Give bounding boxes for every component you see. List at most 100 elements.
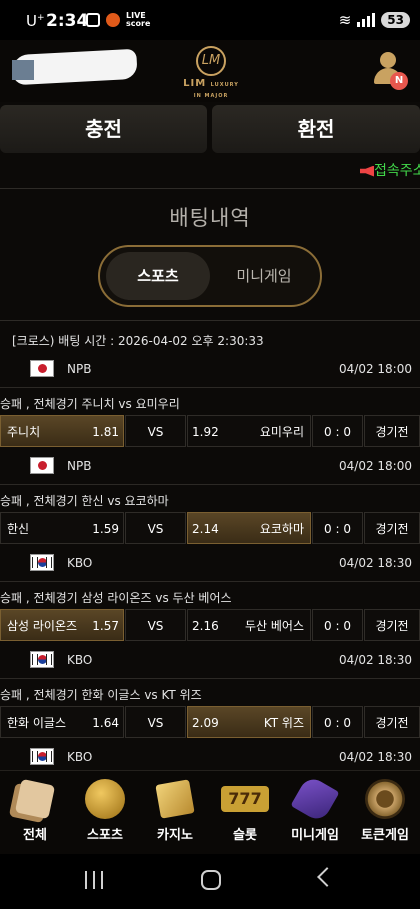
nav-item-minigame[interactable]: 미니게임: [280, 774, 350, 843]
away-team-name: 요미우리: [259, 425, 304, 439]
league-row: NPB 04/02 18:00: [0, 352, 420, 388]
match-time: 04/02 18:30: [339, 750, 412, 764]
home-odds-button[interactable]: 삼성 라이온즈 1.57: [0, 609, 124, 641]
league-name: KBO: [67, 653, 93, 667]
odds-row: 한화 이글스 1.64 VS 2.09 KT 위즈 0 : 0 경기전: [0, 706, 420, 738]
vs-label: VS: [125, 609, 186, 641]
recent-apps-icon[interactable]: [85, 871, 103, 889]
odds-row: 한신 1.59 VS 2.14 요코하마 0 : 0 경기전: [0, 512, 420, 544]
withdraw-button[interactable]: 환전: [212, 105, 420, 153]
system-navigation-bar: [0, 854, 420, 909]
dice-icon: [14, 778, 56, 820]
clock: 2:34: [46, 11, 89, 31]
match-title: 승패 , 전체경기 삼성 라이온즈 vs 두산 베어스: [0, 591, 232, 605]
page-title: 배팅내역: [169, 206, 251, 230]
roulette-icon: [365, 779, 405, 819]
match-time: 04/02 18:00: [339, 362, 412, 376]
match-status: 경기전: [364, 512, 420, 544]
nav-item-token-game[interactable]: 토큰게임: [350, 779, 420, 843]
league-row: KBO 04/02 18:30: [0, 643, 420, 679]
match-time: 04/02 18:00: [339, 459, 412, 473]
korea-flag-icon: [30, 748, 54, 765]
home-team-name: 한신: [7, 522, 30, 536]
away-odds-button[interactable]: 1.92 요미우리: [187, 415, 311, 447]
away-odds-button[interactable]: 2.16 두산 베어스: [187, 609, 311, 641]
away-odds: 2.16: [192, 619, 219, 633]
vs-label: VS: [125, 706, 186, 738]
carrier-label: U+: [26, 12, 45, 30]
match-title: 승패 , 전체경기 주니치 vs 요미우리: [0, 397, 180, 411]
korea-flag-icon: [30, 554, 54, 571]
notice-ticker[interactable]: 접속주소: [360, 160, 420, 180]
system-icons: ≋ 53: [339, 11, 410, 29]
signal-icon: [357, 13, 376, 27]
match-time: 04/02 18:30: [339, 556, 412, 570]
league-name: NPB: [67, 459, 92, 473]
cards-icon: [155, 779, 195, 819]
away-odds-button[interactable]: 2.14 요코하마: [187, 512, 311, 544]
battery-indicator: 53: [381, 12, 410, 28]
home-team-name: 삼성 라이온즈: [7, 619, 78, 633]
divider: [0, 188, 420, 189]
japan-flag-icon: [30, 360, 54, 377]
flag-emblem: [38, 364, 47, 373]
nav-item-slot[interactable]: 777 슬롯: [210, 779, 280, 843]
rocket-icon: [290, 774, 340, 824]
app-header: LM LIM LUXURY IN MAJOR N: [0, 40, 420, 102]
app-notification-icon: [106, 13, 120, 27]
vs-label: VS: [125, 512, 186, 544]
user-menu-icon[interactable]: N: [372, 50, 408, 90]
korea-flag-icon: [30, 651, 54, 668]
home-icon[interactable]: [201, 870, 221, 890]
away-team-name: 두산 베어스: [244, 619, 304, 633]
home-odds-button[interactable]: 주니치 1.81: [0, 415, 124, 447]
away-team-name: KT 위즈: [263, 716, 304, 730]
logo-text: LIM LUXURY IN MAJOR: [183, 78, 239, 99]
away-team-name: 요코하마: [259, 522, 304, 536]
nav-item-all[interactable]: 전체: [0, 778, 70, 843]
nav-item-sports[interactable]: 스포츠: [70, 779, 140, 843]
away-odds: 2.09: [192, 716, 219, 730]
back-icon[interactable]: [317, 867, 337, 887]
bottom-nav: 전체 스포츠 카지노 777 슬롯 미니게임 토큰게임: [0, 770, 420, 854]
soccer-ball-icon: [85, 779, 125, 819]
profile-thumbnail: [12, 60, 34, 80]
match-status: 경기전: [364, 706, 420, 738]
notification-icons: LIVE score: [86, 12, 150, 28]
match-score: 0 : 0: [312, 415, 363, 447]
deposit-button[interactable]: 충전: [0, 105, 207, 153]
match-score: 0 : 0: [312, 706, 363, 738]
screen-recorder-icon: [86, 13, 100, 27]
match-score: 0 : 0: [312, 512, 363, 544]
bet-type-tabs: 스포츠 미니게임: [98, 245, 322, 307]
away-odds-button[interactable]: 2.09 KT 위즈: [187, 706, 311, 738]
divider: [0, 320, 420, 321]
odds-row: 주니치 1.81 VS 1.92 요미우리 0 : 0 경기전: [0, 415, 420, 447]
nav-item-casino[interactable]: 카지노: [140, 779, 210, 843]
match-title: 승패 , 전체경기 한신 vs 요코하마: [0, 494, 169, 508]
match-time: 04/02 18:30: [339, 653, 412, 667]
logo-mark: LM: [196, 46, 226, 76]
flag-emblem: [38, 752, 47, 761]
site-logo[interactable]: LM LIM LUXURY IN MAJOR: [181, 46, 241, 99]
flag-emblem: [38, 461, 47, 470]
status-bar: U+ 2:34 LIVE score ≋ 53: [0, 0, 420, 40]
home-odds-button[interactable]: 한신 1.59: [0, 512, 124, 544]
tab-sports[interactable]: 스포츠: [106, 252, 210, 300]
away-odds: 2.14: [192, 522, 219, 536]
livescore-icon: LIVE score: [126, 11, 151, 28]
home-team-name: 주니치: [7, 425, 41, 439]
japan-flag-icon: [30, 457, 54, 474]
league-row: KBO 04/02 18:30: [0, 546, 420, 582]
flag-emblem: [38, 558, 47, 567]
tab-minigame[interactable]: 미니게임: [210, 252, 318, 300]
bet-slip-header: [크로스) 배팅 시간 : 2026-04-02 오후 2:30:33: [12, 334, 264, 348]
match-status: 경기전: [364, 415, 420, 447]
home-odds-button[interactable]: 한화 이글스 1.64: [0, 706, 124, 738]
odds-row: 삼성 라이온즈 1.57 VS 2.16 두산 베어스 0 : 0 경기전: [0, 609, 420, 641]
slot-777-icon: 777: [221, 786, 269, 812]
match-score: 0 : 0: [312, 609, 363, 641]
home-odds: 1.64: [92, 716, 119, 730]
home-odds: 1.57: [92, 619, 119, 633]
notification-badge: N: [390, 72, 408, 90]
